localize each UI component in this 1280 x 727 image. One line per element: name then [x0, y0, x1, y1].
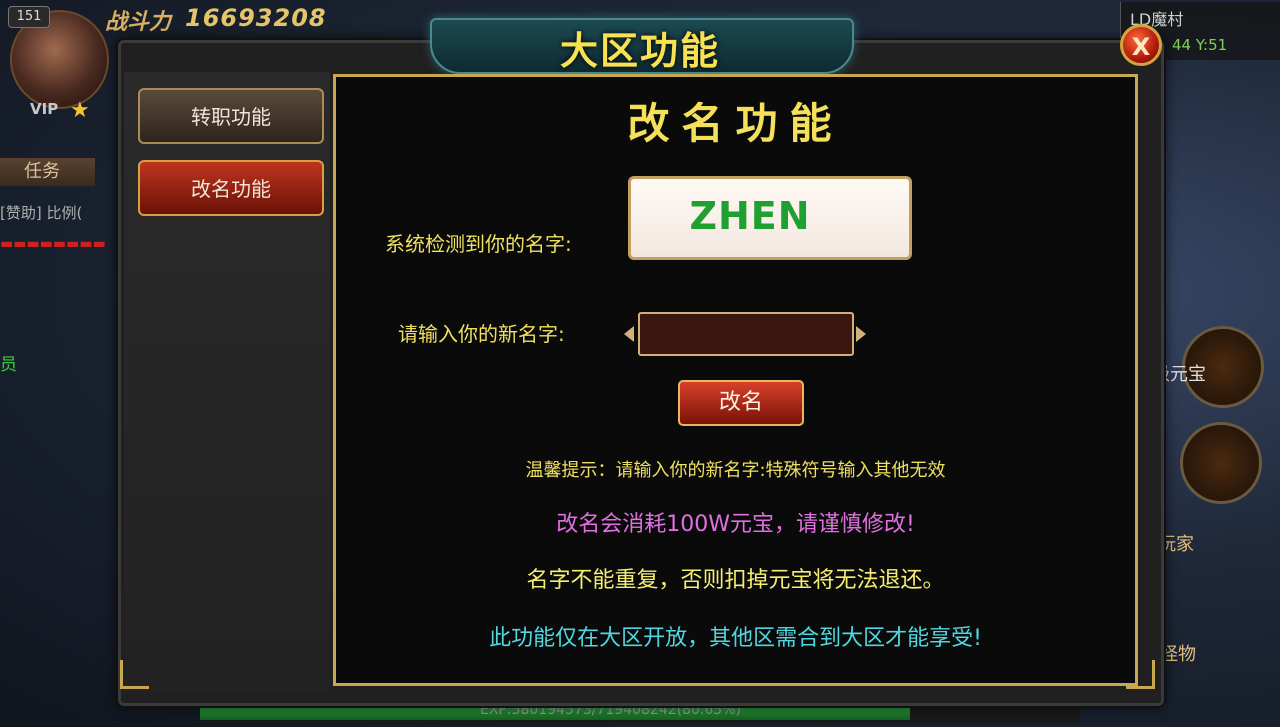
sponsor-ratio-text: [赞助] 比例( [0, 204, 83, 222]
current-name-label: 系统检测到你的名字: [385, 232, 572, 256]
tip-region-only: 此功能仅在大区开放，其他区需合到大区才能享受! [489, 626, 982, 651]
monster-label[interactable]: 怪物 [1160, 640, 1196, 666]
input-right-arrow-icon [856, 326, 866, 342]
tip-special-characters: 温馨提示：请输入你的新名字:特殊符号输入其他无效 [525, 460, 946, 481]
red-notice-line: ▬▬▬▬▬▬▬▬ [0, 236, 106, 252]
panel-title: 改名功能 [627, 99, 844, 148]
rename-button[interactable]: 改名 [678, 380, 804, 426]
vip-star-icon: ★ [70, 98, 90, 123]
player-level-badge: 151 [8, 6, 50, 28]
tip-no-duplicate: 名字不能重复，否则扣掉元宝将无法退还。 [526, 568, 945, 593]
input-left-arrow-icon [624, 326, 634, 342]
task-tab[interactable]: 任务 [0, 158, 95, 186]
vip-label: VIP [30, 100, 59, 118]
current-name-value: ZHEN [689, 194, 811, 238]
dialog-title: 大区功能 [559, 29, 720, 73]
combat-power-label: 战斗力 [105, 9, 172, 35]
close-button[interactable]: X [1120, 24, 1162, 66]
tip-cost-warning: 改名会消耗100W元宝，请谨慎修改! [556, 512, 915, 537]
corner-ornament-bottom-left [120, 660, 149, 689]
map-coordinates: 44 Y:51 [1172, 36, 1228, 54]
corner-ornament-bottom-right [1126, 660, 1155, 689]
side-button-job-change[interactable]: 转职功能 [138, 88, 324, 144]
new-name-label: 请输入你的新名字: [398, 322, 565, 346]
side-button-rename[interactable]: 改名功能 [138, 160, 324, 216]
new-name-input[interactable] [638, 312, 854, 356]
scroll-circle-button[interactable] [1180, 422, 1262, 504]
member-label: 员 [0, 355, 17, 375]
combat-power-value: 16693208 [185, 4, 327, 32]
